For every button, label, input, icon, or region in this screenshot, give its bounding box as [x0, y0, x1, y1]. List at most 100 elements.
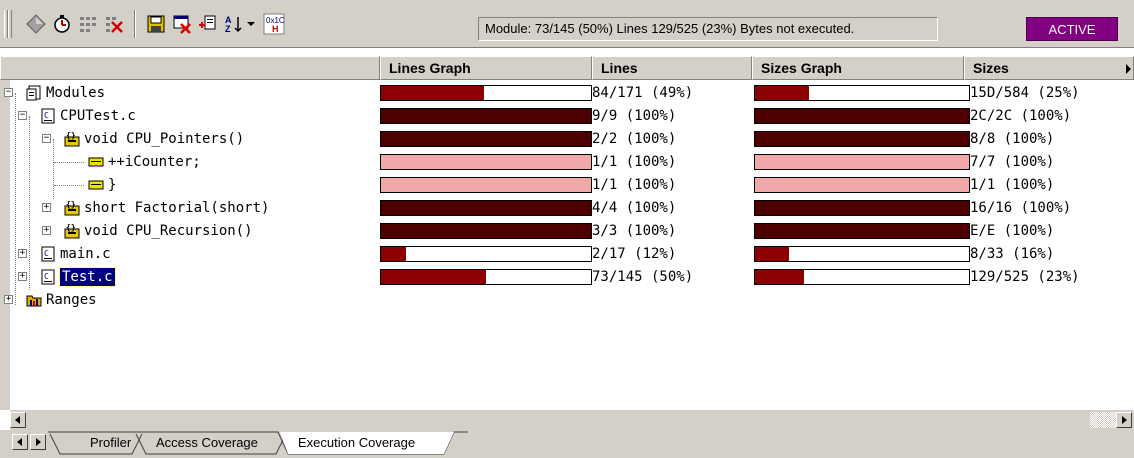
grid-icon[interactable]: [76, 12, 100, 36]
tree-connector: [29, 116, 30, 290]
sizes-coverage-bar: [754, 223, 970, 239]
scroll-track[interactable]: [1090, 412, 1116, 428]
line-icon: [88, 154, 104, 170]
tree-connector: [54, 185, 84, 186]
svg-text:{}: {}: [66, 223, 76, 232]
expand-toggle[interactable]: +: [42, 226, 51, 235]
clear-grid-icon[interactable]: [102, 12, 126, 36]
dropdown-arrow-icon[interactable]: [244, 12, 258, 36]
lines-coverage-fill: [381, 132, 591, 146]
lines-coverage-bar: [380, 154, 592, 170]
hex-icon[interactable]: 0x1C H: [262, 12, 286, 36]
tree-item-label[interactable]: ++iCounter;: [108, 153, 201, 171]
lines-coverage-fill: [381, 247, 407, 261]
tree-connector: [53, 139, 54, 199]
svg-text:Z: Z: [225, 24, 231, 34]
coverage-tree: − Modules 84/171 (49%) 15D/584 (25%) − C CPUTe…: [4, 80, 1134, 410]
tab-access-coverage[interactable]: Access Coverage: [150, 433, 264, 453]
left-strip: [0, 80, 10, 410]
tree-row[interactable]: − C CPUTest.c 9/9 (100%) 2C/2C (100%): [10, 105, 1134, 128]
expand-toggle[interactable]: +: [18, 272, 27, 281]
sizes-value: 16/16 (100%): [970, 200, 1072, 216]
function-icon: {}: [64, 200, 80, 216]
tree-row[interactable]: } 1/1 (100%) 1/1 (100%): [10, 174, 1134, 197]
tree-item-label[interactable]: short Factorial(short): [84, 199, 269, 217]
column-header-sizes-label: Sizes: [973, 60, 1009, 76]
tab-scroll-right-button[interactable]: [30, 434, 46, 450]
lines-coverage-fill: [381, 201, 591, 215]
lines-coverage-bar: [380, 177, 592, 193]
tree-item-label[interactable]: main.c: [60, 245, 111, 263]
tree-item-label[interactable]: void CPU_Recursion(): [84, 222, 253, 240]
svg-text:C: C: [44, 249, 49, 258]
scroll-left-button[interactable]: [10, 412, 26, 428]
tree-item-label[interactable]: Ranges: [46, 291, 97, 309]
sizes-coverage-bar: [754, 200, 970, 216]
lines-value: 1/1 (100%): [592, 154, 677, 170]
timer-icon[interactable]: [50, 12, 74, 36]
collapse-toggle[interactable]: −: [42, 134, 51, 143]
collapse-toggle[interactable]: −: [18, 111, 27, 120]
lines-value: 73/145 (50%): [592, 269, 694, 285]
lines-value: 1/1 (100%): [592, 177, 677, 193]
column-header-tree[interactable]: [0, 56, 380, 80]
expand-toggle[interactable]: +: [42, 203, 51, 212]
lines-value: 3/3 (100%): [592, 223, 677, 239]
tree-item-label[interactable]: Modules: [46, 84, 105, 102]
sizes-value: 8/33 (16%): [970, 246, 1055, 262]
sizes-value: 15D/584 (25%): [970, 85, 1080, 101]
tree-item-label[interactable]: }: [108, 176, 116, 194]
lines-value: 4/4 (100%): [592, 200, 677, 216]
lines-coverage-fill: [381, 270, 486, 284]
status-badge: ACTIVE: [1026, 17, 1118, 41]
toolbar-grip[interactable]: [8, 10, 12, 38]
tree-item-label[interactable]: void CPU_Pointers(): [84, 130, 244, 148]
column-header: Lines Graph Lines Sizes Graph Sizes: [0, 56, 1134, 80]
lines-coverage-fill: [381, 178, 591, 192]
tree-row[interactable]: − {} void CPU_Pointers() 2/2 (100%) 8/8 (100…: [10, 128, 1134, 151]
sizes-value: 2C/2C (100%): [970, 108, 1072, 124]
tab-profiler[interactable]: Profiler: [84, 433, 137, 453]
column-header-lines-graph[interactable]: Lines Graph: [380, 56, 592, 80]
modules-icon: [26, 85, 42, 101]
tree-row[interactable]: ++iCounter; 1/1 (100%) 7/7 (100%): [10, 151, 1134, 174]
tree-row[interactable]: − Modules 84/171 (49%) 15D/584 (25%): [4, 82, 1134, 105]
tree-item-label[interactable]: Test.c: [59, 267, 116, 287]
column-header-lines[interactable]: Lines: [592, 56, 752, 80]
tree-row[interactable]: + {} short Factorial(short) 4/4 (100%) 16/16…: [10, 197, 1134, 220]
column-header-sizes-graph[interactable]: Sizes Graph: [752, 56, 964, 80]
save-icon[interactable]: [144, 12, 168, 36]
diamond-icon[interactable]: [24, 12, 48, 36]
copy-icon[interactable]: [196, 12, 220, 36]
horizontal-scrollbar[interactable]: [10, 410, 1134, 430]
sizes-coverage-bar: [754, 269, 970, 285]
function-icon: {}: [64, 223, 80, 239]
lines-coverage-fill: [381, 109, 591, 123]
sort-icon[interactable]: AZ: [222, 12, 246, 36]
sizes-coverage-bar: [754, 131, 970, 147]
expand-toggle[interactable]: +: [18, 249, 27, 258]
tab-scroll-left-button[interactable]: [12, 434, 28, 450]
sizes-coverage-fill: [755, 109, 969, 123]
lines-coverage-bar: [380, 131, 592, 147]
delete-icon[interactable]: [170, 12, 194, 36]
sizes-coverage-fill: [755, 270, 805, 284]
expand-toggle[interactable]: +: [4, 295, 13, 304]
c-file-icon: C: [40, 269, 56, 285]
svg-text:{}: {}: [66, 200, 76, 209]
tree-row[interactable]: + {} void CPU_Recursion() 3/3 (100%) E/E (10…: [10, 220, 1134, 243]
lines-value: 9/9 (100%): [592, 108, 677, 124]
toolbar: AZ 0x1C H Module: 73/145 (50%) Lines 129/…: [0, 0, 1134, 48]
lines-coverage-fill: [381, 86, 484, 100]
tree-row[interactable]: + Ranges: [4, 289, 1134, 312]
collapse-toggle[interactable]: −: [4, 88, 13, 97]
tree-row[interactable]: + Cmain.c 2/17 (12%) 8/33 (16%): [10, 243, 1134, 266]
lines-coverage-fill: [381, 155, 591, 169]
tree-item-label[interactable]: CPUTest.c: [60, 107, 136, 125]
scroll-right-button[interactable]: [1116, 412, 1132, 428]
lines-coverage-bar: [380, 200, 592, 216]
toolbar-separator: [134, 10, 136, 38]
tab-execution-coverage[interactable]: Execution Coverage: [292, 433, 422, 453]
column-header-sizes[interactable]: Sizes: [964, 56, 1134, 80]
tree-row[interactable]: + C Test.c 73/145 (50%) 129/525 (23%): [10, 266, 1134, 289]
